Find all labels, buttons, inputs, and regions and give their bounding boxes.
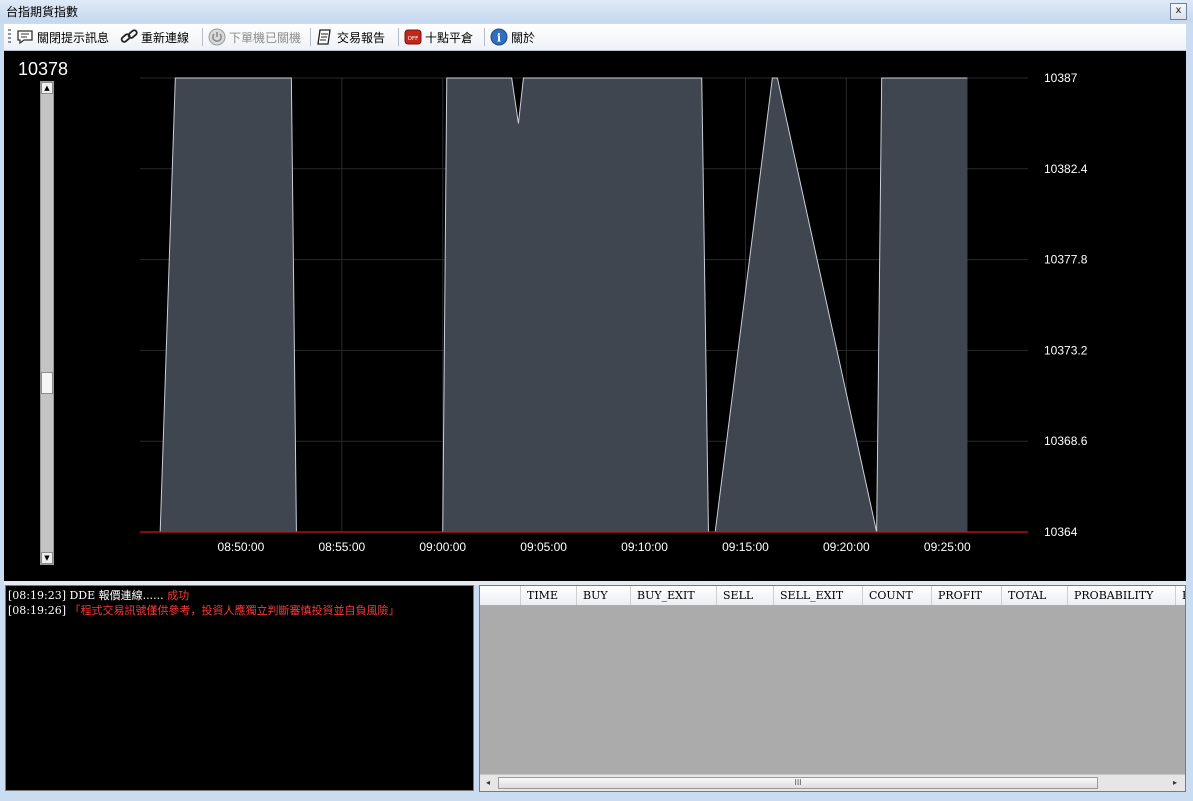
chart-panel: 10378 ▲ ▼ 10387 10382.4 10377.8 10373.2 1036… (4, 51, 1186, 581)
column-header-probability[interactable]: PROBABILITY (1068, 586, 1176, 605)
x-tick-label: 09:25:00 (924, 540, 971, 554)
x-tick-label: 09:15:00 (722, 540, 769, 554)
column-header-time[interactable]: TIME (521, 586, 577, 605)
order-machine-off-label: 下單機已關機 (229, 30, 302, 45)
column-header-e[interactable]: E (1176, 586, 1185, 605)
log-line-highlight: 成功 (163, 589, 190, 602)
log-line: [08:19:26] 「程式交易訊號僅供參考，投資人應獨立判斷審慎投資並自負風險… (8, 603, 473, 618)
column-header-buy[interactable]: BUY (577, 586, 631, 605)
price-chart: 10387 10382.4 10377.8 10373.2 10368.6 10364 08… (140, 71, 1088, 554)
column-header-total[interactable]: TOTAL (1002, 586, 1068, 605)
close-notifications-label: 關閉提示訊息 (37, 30, 110, 45)
y-tick-label: 10377.8 (1044, 253, 1088, 267)
power-icon (208, 28, 226, 46)
log-line: [08:19:23] DDE 報價連線...... 成功 (8, 588, 473, 603)
y-tick-label: 10368.6 (1044, 434, 1088, 448)
grid-scrollbar-thumb[interactable]: III (498, 777, 1098, 789)
link-icon (120, 28, 138, 46)
scroll-right-arrow-icon[interactable]: ▸ (1169, 777, 1181, 789)
speech-bubble-icon (16, 28, 34, 46)
x-tick-label: 08:55:00 (318, 540, 365, 554)
log-line-highlight: 「程式交易訊號僅供參考，投資人應獨立判斷審慎投資並自負風險」 (66, 604, 400, 617)
column-header-sell[interactable]: SELL (717, 586, 774, 605)
svg-text:i: i (497, 32, 501, 45)
y-tick-label: 10373.2 (1044, 343, 1088, 357)
window-title: 台指期貨指數 (6, 5, 79, 19)
toolbar-grip[interactable] (8, 29, 11, 45)
ten-oclock-close-label: 十點平倉 (425, 30, 474, 45)
about-label: 關於 (511, 30, 536, 45)
off-switch-icon: OFF (404, 28, 422, 46)
column-header-profit[interactable]: PROFIT (932, 586, 1002, 605)
y-tick-label: 10382.4 (1044, 162, 1088, 176)
close-button[interactable]: x (1170, 3, 1187, 20)
x-tick-label: 09:10:00 (621, 540, 668, 554)
x-tick-label: 08:50:00 (218, 540, 265, 554)
toolbar: 關閉提示訊息 重新連線 下單機已關機 交易報告 OFF 十點平倉 i 關於 (4, 24, 1186, 51)
ten-oclock-close-button[interactable]: OFF 十點平倉 (404, 27, 473, 47)
toolbar-separator (398, 28, 399, 46)
title-bar: 台指期貨指數 x (0, 0, 1193, 22)
toolbar-separator (310, 28, 311, 46)
trade-report-label: 交易報告 (337, 30, 386, 45)
log-line-prefix: [08:19:26] (8, 604, 66, 617)
y-tick-label: 10387 (1044, 71, 1078, 85)
trade-grid: TIME BUY BUY_EXIT SELL SELL_EXIT COUNT P… (479, 585, 1186, 792)
column-header-sell-exit[interactable]: SELL_EXIT (774, 586, 863, 605)
report-icon (316, 28, 334, 46)
y-tick-label: 10364 (1044, 525, 1078, 539)
column-header-buy-exit[interactable]: BUY_EXIT (631, 586, 717, 605)
grid-row-selector-header[interactable] (480, 586, 521, 605)
grid-horizontal-scrollbar[interactable]: ◂ III ▸ (480, 774, 1185, 791)
message-log: [08:19:23] DDE 報價連線...... 成功 [08:19:26] … (5, 585, 474, 791)
toolbar-separator (202, 28, 203, 46)
trade-report-button[interactable]: 交易報告 (316, 27, 385, 47)
about-button[interactable]: i 關於 (490, 27, 535, 47)
main-window: 台指期貨指數 x 關閉提示訊息 重新連線 下單機已關機 交易報告 OFF 十點平… (0, 0, 1193, 801)
toolbar-separator (484, 28, 485, 46)
reconnect-label: 重新連線 (141, 30, 190, 45)
x-tick-label: 09:20:00 (823, 540, 870, 554)
svg-text:OFF: OFF (408, 36, 419, 42)
grid-header: TIME BUY BUY_EXIT SELL SELL_EXIT COUNT P… (480, 586, 1185, 606)
reconnect-button[interactable]: 重新連線 (120, 27, 189, 47)
log-line-prefix: [08:19:23] DDE 報價連線...... (8, 589, 164, 602)
info-icon: i (490, 28, 508, 46)
scroll-left-arrow-icon[interactable]: ◂ (482, 777, 494, 789)
close-notifications-button[interactable]: 關閉提示訊息 (16, 27, 109, 47)
x-tick-label: 09:00:00 (419, 540, 466, 554)
order-machine-off-button[interactable]: 下單機已關機 (208, 27, 301, 47)
column-header-count[interactable]: COUNT (863, 586, 932, 605)
x-tick-label: 09:05:00 (520, 540, 567, 554)
